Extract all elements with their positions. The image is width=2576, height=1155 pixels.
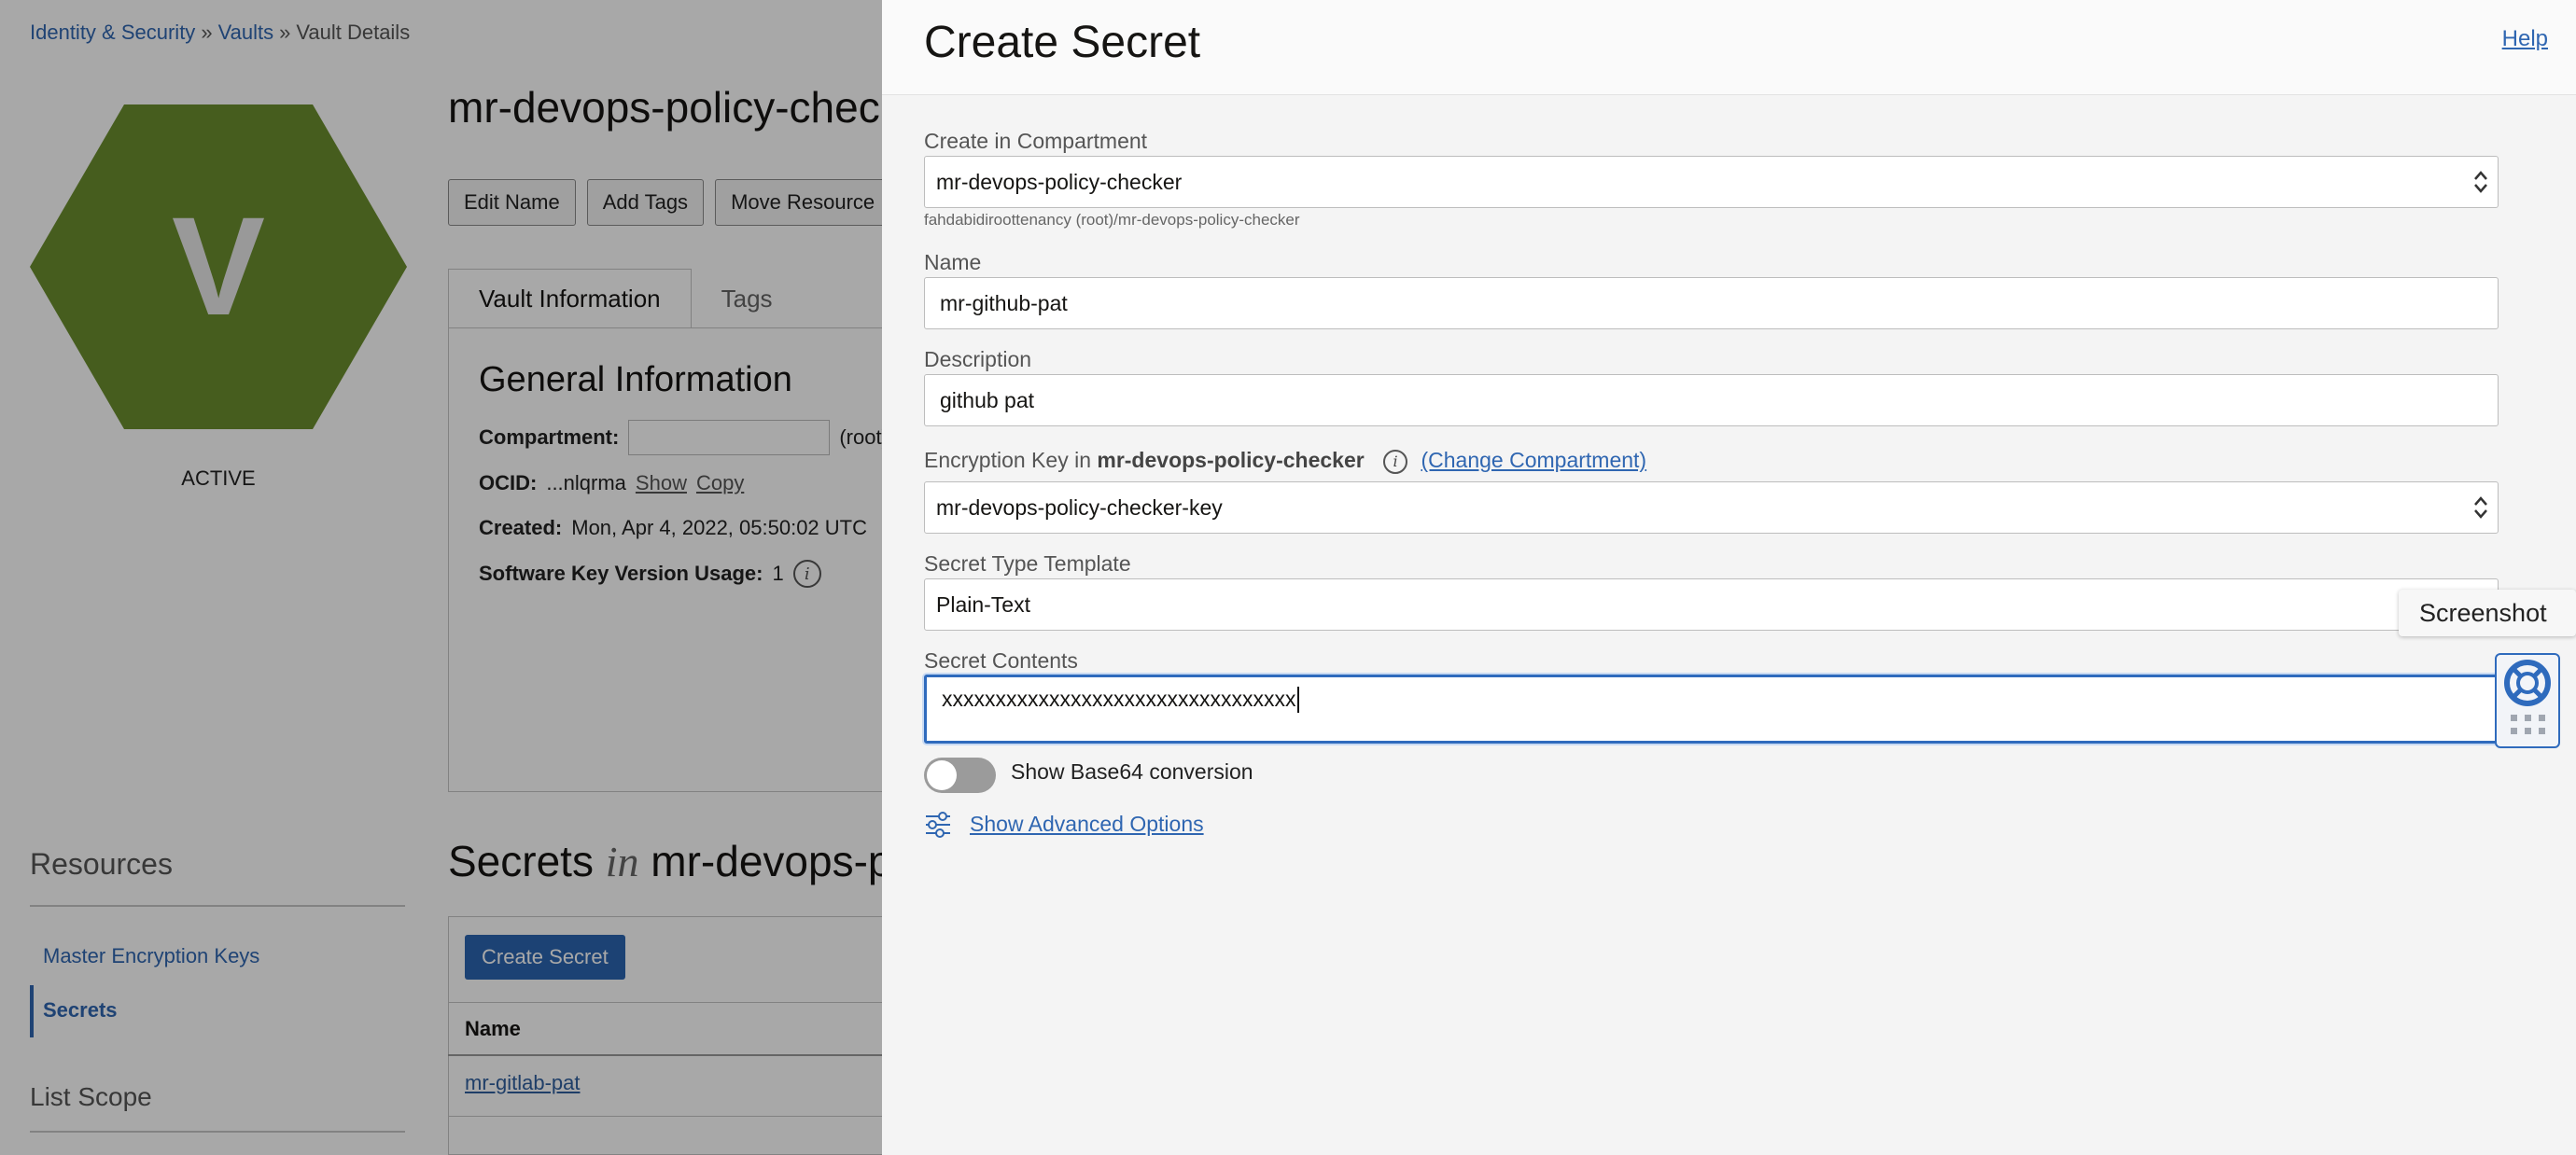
encryption-key-select-value: mr-devops-policy-checker-key — [936, 494, 1223, 520]
toggle-knob — [927, 760, 957, 790]
drawer-header: Create Secret Help — [882, 0, 2576, 95]
help-link[interactable]: Help — [2502, 26, 2548, 52]
encryption-key-select[interactable]: mr-devops-policy-checker-key — [924, 481, 2499, 534]
compartment-path-hint: fahdabidiroottenancy (root)/mr-devops-po… — [924, 211, 1300, 229]
create-secret-drawer: Create Secret Help Create in Compartment… — [882, 0, 2576, 1155]
compartment-select[interactable]: mr-devops-policy-checker — [924, 156, 2499, 208]
base64-toggle-label: Show Base64 conversion — [1011, 759, 1253, 784]
modal-overlay[interactable] — [0, 0, 882, 1155]
encryption-key-label: Encryption Key in mr-devops-policy-check… — [924, 448, 1646, 474]
drawer-title: Create Secret — [924, 18, 1201, 67]
screenshot-tooltip: Screenshot — [2399, 590, 2576, 636]
secret-contents-textarea[interactable]: xxxxxxxxxxxxxxxxxxxxxxxxxxxxxxxxx — [924, 675, 2501, 744]
encryption-key-label-text: Encryption Key in — [924, 448, 1091, 472]
secret-type-label: Secret Type Template — [924, 551, 1131, 576]
select-arrows-icon — [2474, 171, 2487, 193]
select-arrows-icon — [2474, 496, 2487, 519]
compartment-label: Create in Compartment — [924, 129, 1148, 153]
show-advanced-options-link[interactable]: Show Advanced Options — [970, 812, 1204, 837]
info-icon[interactable]: i — [1383, 449, 1408, 474]
secret-type-select[interactable]: Plain-Text — [924, 578, 2499, 631]
lifebuoy-icon — [2504, 660, 2551, 734]
secret-contents-value: xxxxxxxxxxxxxxxxxxxxxxxxxxxxxxxxx — [942, 687, 1296, 711]
compartment-select-value: mr-devops-policy-checker — [936, 169, 1183, 194]
name-field[interactable]: mr-github-pat — [924, 277, 2499, 329]
sliders-icon — [926, 812, 950, 838]
secret-type-select-value: Plain-Text — [936, 591, 1030, 617]
text-cursor — [1296, 687, 1299, 713]
secret-contents-label: Secret Contents — [924, 648, 1078, 673]
base64-toggle[interactable] — [924, 758, 996, 793]
help-widget[interactable] — [2495, 653, 2560, 748]
description-field[interactable]: github pat — [924, 374, 2499, 426]
encryption-key-compartment: mr-devops-policy-checker — [1097, 448, 1365, 472]
description-label: Description — [924, 347, 1032, 371]
name-label: Name — [924, 250, 982, 274]
change-compartment-link[interactable]: (Change Compartment) — [1421, 448, 1646, 472]
